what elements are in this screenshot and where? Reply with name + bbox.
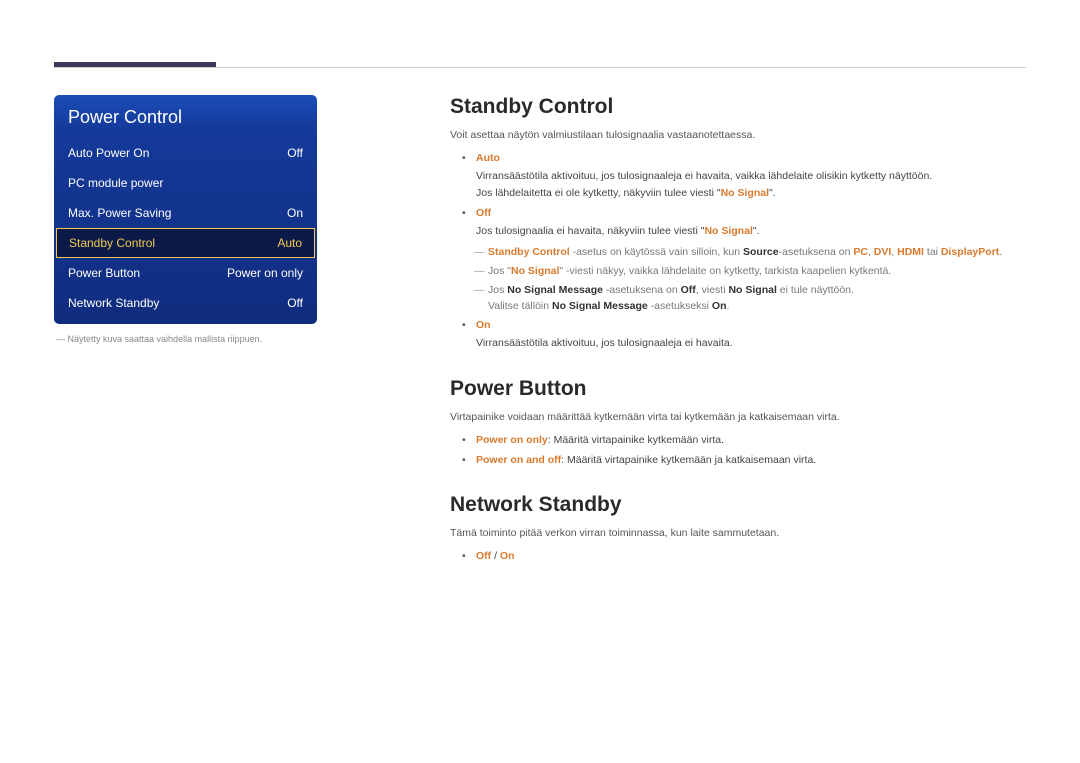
powerbtn-option-on-only: Power on only: Määritä virtapainike kytk… [476, 432, 1026, 450]
powerbtn-options-list: Power on only: Määritä virtapainike kytk… [450, 432, 1026, 470]
menu-item-max-power-saving[interactable]: Max. Power Saving On [54, 198, 317, 228]
standby-options-list: Auto Virransäästötila aktivoituu, jos tu… [450, 150, 1026, 353]
standby-off-notes: Standby Control -asetus on käytössä vain… [476, 244, 1026, 315]
right-column: Standby Control Voit asettaa näytön valm… [450, 95, 1026, 568]
menu-item-auto-power-on[interactable]: Auto Power On Off [54, 138, 317, 168]
menu-title: Power Control [54, 95, 317, 138]
section-title-standby: Standby Control [450, 95, 1026, 119]
option-label: Auto [476, 152, 500, 164]
network-intro: Tämä toiminto pitää verkon virran toimin… [450, 525, 1026, 542]
menu-footnote: ― Näytetty kuva saattaa vaihdella mallis… [56, 334, 404, 344]
powerbtn-intro: Virtapainike voidaan määrittää kytkemään… [450, 409, 1026, 426]
network-option-off-on: Off / On [476, 548, 1026, 566]
menu-item-value: Off [287, 296, 303, 310]
menu-item-pc-module-power[interactable]: PC module power [54, 168, 317, 198]
network-options-list: Off / On [450, 548, 1026, 566]
note-line: Jos "No Signal" -viesti näkyy, vaikka lä… [488, 263, 1026, 280]
standby-option-auto: Auto Virransäästötila aktivoituu, jos tu… [476, 150, 1026, 204]
header-divider [54, 67, 1026, 68]
option-text: Jos lähdelaitetta ei ole kytketty, näkyv… [476, 187, 776, 199]
option-label: Off [476, 207, 491, 219]
menu-item-label: Power Button [68, 266, 140, 280]
section-title-power-button: Power Button [450, 377, 1026, 401]
note-line: Standby Control -asetus on käytössä vain… [488, 244, 1026, 261]
menu-item-label: Network Standby [68, 296, 159, 310]
menu-item-standby-control[interactable]: Standby Control Auto [56, 228, 315, 258]
standby-option-on: On Virransäästötila aktivoituu, jos tulo… [476, 317, 1026, 353]
option-text: Virransäästötila aktivoituu, jos tulosig… [476, 337, 733, 349]
menu-item-value: Off [287, 146, 303, 160]
option-text: Jos tulosignaalia ei havaita, näkyviin t… [476, 225, 760, 237]
menu-item-value: Auto [277, 236, 302, 250]
standby-option-off: Off Jos tulosignaalia ei havaita, näkyvi… [476, 205, 1026, 315]
left-column: Power Control Auto Power On Off PC modul… [54, 95, 404, 568]
note-line: Jos No Signal Message -asetuksena on Off… [488, 282, 1026, 316]
power-control-menu: Power Control Auto Power On Off PC modul… [54, 95, 317, 324]
menu-item-label: PC module power [68, 176, 163, 190]
page-content: Power Control Auto Power On Off PC modul… [54, 95, 1026, 568]
powerbtn-option-on-off: Power on and off: Määritä virtapainike k… [476, 452, 1026, 470]
menu-item-value: On [287, 206, 303, 220]
menu-item-label: Auto Power On [68, 146, 149, 160]
option-label: On [476, 319, 491, 331]
section-title-network-standby: Network Standby [450, 493, 1026, 517]
menu-item-network-standby[interactable]: Network Standby Off [54, 288, 317, 318]
menu-item-power-button[interactable]: Power Button Power on only [54, 258, 317, 288]
menu-item-value: Power on only [227, 266, 303, 280]
option-text: Virransäästötila aktivoituu, jos tulosig… [476, 170, 932, 182]
standby-intro: Voit asettaa näytön valmiustilaan tulosi… [450, 127, 1026, 144]
menu-item-label: Standby Control [69, 236, 155, 250]
menu-item-label: Max. Power Saving [68, 206, 171, 220]
